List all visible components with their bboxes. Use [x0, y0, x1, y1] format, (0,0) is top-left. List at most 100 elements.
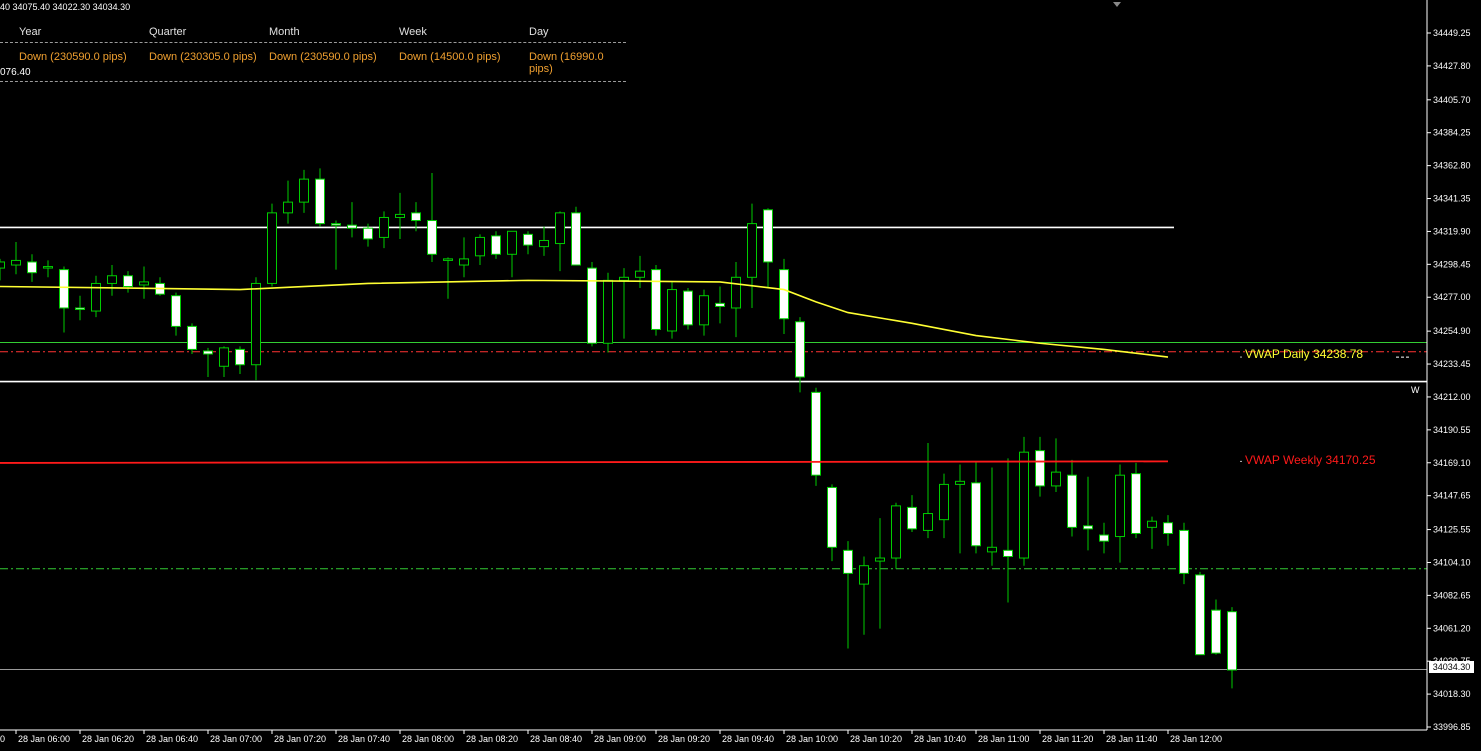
time-tick-label: 28 Jan 11:40: [1106, 734, 1157, 744]
candle-up: [459, 258, 469, 266]
price-tick-label: 34147.65: [1433, 491, 1471, 501]
candle-down: [27, 261, 37, 274]
candle-down: [587, 267, 597, 344]
candle-down: [411, 212, 421, 222]
candle-up: [283, 201, 293, 214]
tf-value-year: Down (230590.0 pips): [19, 51, 127, 63]
vwap-weekly-line: [0, 460, 1169, 464]
candle-up: [555, 212, 565, 245]
candle-down: [715, 302, 725, 307]
time-tick-label: 28 Jan 07:00: [210, 734, 262, 744]
candle-down: [491, 235, 501, 255]
price-tick-label: 34233.45: [1433, 359, 1471, 369]
candle-down: [1083, 525, 1093, 530]
candle-up: [923, 513, 933, 531]
candle-up: [1147, 520, 1157, 528]
time-tick-label: 28 Jan 09:20: [658, 734, 710, 744]
candle-down: [571, 212, 581, 266]
candle-down: [235, 348, 245, 366]
candle-down: [1211, 609, 1221, 654]
time-tick-label: 28 Jan 09:00: [594, 734, 646, 744]
candle-down: [347, 224, 357, 229]
scroll-marker-icon[interactable]: [1113, 2, 1121, 7]
candle-up: [955, 480, 965, 485]
candle-up: [443, 258, 453, 261]
ohlc-header: 40 34075.40 34022.30 34034.30: [0, 2, 131, 12]
price-tick-label: 34104.10: [1433, 557, 1471, 567]
time-tick-label: 28 Jan 07:40: [338, 734, 390, 744]
time-axis-labels: 28 Jan 06:00 28 Jan 06:20 28 Jan 06:40 28 J…: [0, 730, 1222, 744]
candle-down: [315, 178, 325, 225]
candle-down: [1067, 474, 1077, 528]
time-tick-label: 28 Jan 11:20: [1042, 734, 1093, 744]
price-tick-label: 34190.55: [1433, 425, 1471, 435]
price-tick-label: 34061.20: [1433, 623, 1471, 633]
candle-up: [987, 546, 997, 553]
candle-up: [699, 295, 709, 326]
candle-down: [1035, 450, 1045, 487]
candle-up: [0, 261, 5, 269]
candle-down: [1003, 549, 1013, 557]
price-tick-label: 34125.55: [1433, 525, 1471, 535]
candle-up: [539, 239, 549, 248]
candle-up: [891, 505, 901, 559]
candle-up: [507, 230, 517, 255]
candle-down: [171, 295, 181, 327]
candle-down: [907, 506, 917, 530]
w-marker: W: [1411, 385, 1420, 395]
candle-up: [107, 275, 117, 284]
level-lines: [0, 226, 1427, 671]
tf-header-month: Month: [269, 26, 300, 38]
candle-down: [779, 269, 789, 320]
price-tick-label: 34427.80: [1433, 61, 1471, 71]
candle-up: [731, 276, 741, 309]
time-tick-label: 28 Jan 10:00: [786, 734, 838, 744]
candle-down: [1227, 611, 1237, 671]
current-price-badge: 34034.30: [1429, 661, 1474, 673]
price-tick-label: 34277.00: [1433, 292, 1471, 302]
time-tick-label: 28 Jan 12:00: [1170, 734, 1222, 744]
tf-header-day: Day: [529, 26, 549, 38]
tf-header-quarter: Quarter: [149, 26, 187, 38]
candle-down: [827, 486, 837, 548]
price-tick-label: 34449.25: [1433, 28, 1471, 38]
candle-up: [395, 213, 405, 218]
price-tick-label: 34319.90: [1433, 226, 1471, 236]
candle-up: [11, 259, 21, 266]
candle-down: [203, 350, 213, 355]
price-tick-label: 34405.70: [1433, 95, 1471, 105]
time-tick-label: 28 Jan 10:20: [850, 734, 902, 744]
price-tick-label: 34384.25: [1433, 128, 1471, 138]
candle-down: [123, 275, 133, 288]
tf-value-day: Down (16990.0 pips): [529, 51, 604, 75]
candle-up: [1019, 451, 1029, 559]
tf-header-week: Week: [399, 26, 427, 38]
candle-up: [1115, 474, 1125, 538]
vwap-weekly-label: VWAP Weekly 34170.25: [1245, 453, 1376, 467]
partial-price-label: 076.40: [0, 67, 31, 78]
timeframe-panel: Year Quarter Month Week Day Down (230590…: [0, 26, 626, 82]
candle-up: [667, 289, 677, 332]
candle-down: [1195, 574, 1205, 656]
timeframe-values: Down (230590.0 pips) Down (230305.0 pips…: [0, 51, 626, 75]
price-tick-label: 33996.85: [1433, 722, 1471, 732]
candle-down: [331, 223, 341, 226]
chart-canvas[interactable]: 34449.25 34427.80 34405.70 34384.25 34362.80…: [0, 0, 1481, 751]
candle-up: [635, 270, 645, 278]
candle-up: [619, 276, 629, 281]
candle-up: [939, 483, 949, 521]
candle-down: [1099, 534, 1109, 542]
tf-value-month: Down (230590.0 pips): [269, 51, 377, 63]
candle-up: [859, 565, 869, 585]
candle-down: [971, 482, 981, 547]
time-tick-label: 28 Jan 06:40: [146, 734, 198, 744]
candle-up: [139, 281, 149, 286]
time-tick-label: 28 Jan 07:20: [274, 734, 326, 744]
price-tick-label: 34212.00: [1433, 392, 1471, 402]
tf-value-quarter: Down (230305.0 pips): [149, 51, 257, 63]
candle-down: [811, 391, 821, 476]
price-axis-labels: 34449.25 34427.80 34405.70 34384.25 34362.80…: [1427, 28, 1471, 732]
time-tick-label: 28 Jan 08:00: [402, 734, 454, 744]
candle-down: [59, 269, 69, 309]
candle-up: [251, 282, 261, 366]
